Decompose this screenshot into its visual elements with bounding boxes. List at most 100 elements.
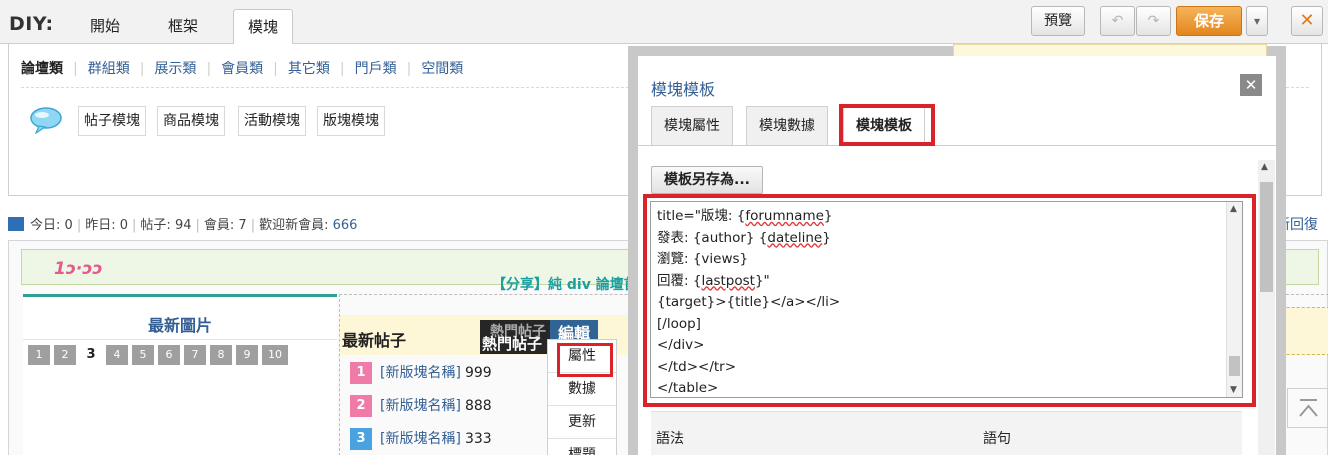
today-label: 今日: bbox=[30, 218, 61, 233]
post-count: 888 bbox=[464, 398, 492, 414]
page-link[interactable]: 9 bbox=[236, 345, 258, 365]
module-activity[interactable]: 活動模塊 bbox=[238, 106, 306, 136]
template-code-textarea[interactable]: title="版塊: {forumname} 發表: {author} {date… bbox=[650, 201, 1243, 398]
module-forum[interactable]: 版塊模塊 bbox=[317, 106, 385, 136]
menu-item-title[interactable]: 標題 bbox=[548, 439, 616, 455]
redo-icon[interactable]: ↷ bbox=[1136, 6, 1171, 36]
tab-module[interactable]: 模塊 bbox=[233, 9, 294, 45]
page-link[interactable]: 10 bbox=[262, 345, 288, 365]
forum-name-link[interactable]: [新版塊名稱] bbox=[380, 431, 461, 447]
chat-bubble-icon bbox=[30, 107, 62, 134]
forum-name-link[interactable]: [新版塊名稱] bbox=[380, 398, 461, 414]
scroll-down-icon[interactable]: ▼ bbox=[1230, 385, 1237, 395]
save-template-as-button[interactable]: 模板另存為... bbox=[651, 166, 763, 194]
page-link[interactable]: 8 bbox=[210, 345, 232, 365]
edit-menu: 屬性 數據 更新 標題 bbox=[547, 339, 617, 455]
category-group[interactable]: 群組類 bbox=[88, 61, 130, 77]
module-template-dialog: 模塊模板 ✕ 模塊屬性 模塊數據 模塊模板 ▲ 模板另存為... title="… bbox=[638, 56, 1276, 455]
hot-posts-label: 熱門帖子 bbox=[482, 335, 543, 353]
forum-name-link[interactable]: [新版塊名稱] bbox=[380, 365, 461, 381]
highlight-frame bbox=[839, 104, 935, 146]
back-to-top-button[interactable] bbox=[1287, 388, 1328, 428]
category-other[interactable]: 其它類 bbox=[288, 61, 330, 77]
category-forum[interactable]: 論壇類 bbox=[21, 61, 63, 77]
posts-label: 帖子: bbox=[140, 218, 171, 233]
page-current: 3 bbox=[80, 345, 102, 365]
module-post[interactable]: 帖子模塊 bbox=[78, 106, 146, 136]
forum-stats: 今日: 0 | 昨日: 0 | 帖子: 94 | 會員: 7 | 歡迎新會員: 666 bbox=[8, 214, 357, 233]
code-line: {target}>{title}</a></li> bbox=[657, 294, 841, 310]
post-count: 999 bbox=[464, 365, 492, 381]
page-link[interactable]: 5 bbox=[132, 345, 154, 365]
page-link[interactable]: 2 bbox=[54, 345, 76, 365]
diy-toolbar: DIY: 開始 框架 模塊 預覽 ↶ ↷ 保存 ▾ ✕ bbox=[0, 0, 1328, 45]
latest-images-block: 最新圖片 1 2 3 4 5 6 7 8 9 10 bbox=[23, 294, 337, 455]
statement-column: 語句 bbox=[983, 431, 1011, 447]
dialog-title: 模塊模板 bbox=[651, 80, 716, 99]
welcome-label: 歡迎新會員: bbox=[259, 218, 329, 233]
tab-start[interactable]: 開始 bbox=[76, 9, 134, 45]
yesterday-label: 昨日: bbox=[85, 218, 116, 233]
hot-posts-block-label[interactable]: 熱門帖子 熱門帖子 bbox=[480, 320, 552, 354]
syntax-table-header: 語法 語句 bbox=[651, 411, 1242, 455]
code-line: 發表: {author} {dateline} bbox=[657, 229, 831, 246]
chevron-down-icon[interactable]: ▾ bbox=[1246, 6, 1268, 36]
list-item: 2 [新版塊名稱] 888 bbox=[350, 395, 492, 417]
tab-frame[interactable]: 框架 bbox=[154, 9, 212, 45]
rank-badge: 3 bbox=[350, 428, 372, 450]
tab-module-data[interactable]: 模塊數據 bbox=[746, 106, 828, 146]
scroll-thumb[interactable] bbox=[1229, 356, 1240, 376]
code-line: title="版塊: {forumname} bbox=[657, 208, 833, 224]
bar-chart-icon bbox=[8, 217, 24, 231]
save-button[interactable]: 保存 bbox=[1176, 6, 1242, 36]
scroll-thumb[interactable] bbox=[1260, 182, 1273, 292]
divider bbox=[23, 339, 337, 340]
new-member-link[interactable]: 666 bbox=[333, 218, 358, 233]
code-scrollbar[interactable]: ▲ ▼ bbox=[1226, 202, 1242, 397]
menu-item-update[interactable]: 更新 bbox=[548, 406, 616, 439]
today-count: 0 bbox=[64, 218, 73, 233]
scroll-up-icon[interactable]: ▲ bbox=[1230, 204, 1237, 214]
list-item: 1 [新版塊名稱] 999 bbox=[350, 362, 492, 384]
diy-label: DIY: bbox=[9, 13, 54, 35]
posts-count: 94 bbox=[174, 218, 192, 233]
category-nav: 論壇類 | 群組類 | 展示類 | 會員類 | 其它類 | 門戶類 | 空間類 bbox=[21, 61, 464, 77]
tab-module-properties[interactable]: 模塊屬性 bbox=[651, 106, 733, 146]
latest-posts-title: 最新帖子 bbox=[342, 331, 407, 350]
scroll-up-icon[interactable]: ▲ bbox=[1261, 162, 1268, 172]
menu-item-properties[interactable]: 屬性 bbox=[548, 340, 616, 377]
yesterday-count: 0 bbox=[119, 218, 129, 233]
arrow-up-icon bbox=[1299, 399, 1318, 417]
close-icon[interactable]: ✕ bbox=[1240, 74, 1262, 96]
code-line: [/loop] bbox=[657, 315, 701, 332]
members-label: 會員: bbox=[203, 218, 235, 233]
syntax-column: 語法 bbox=[656, 431, 684, 447]
site-logo: 1ɔ·ɔɔ bbox=[54, 259, 103, 279]
code-line: </div> bbox=[657, 337, 705, 353]
module-goods[interactable]: 商品模塊 bbox=[157, 106, 225, 136]
page-link[interactable]: 4 bbox=[106, 345, 128, 365]
members-count: 7 bbox=[238, 218, 247, 233]
page-link[interactable]: 1 bbox=[28, 345, 50, 365]
rank-badge: 1 bbox=[350, 362, 372, 384]
code-line: </td></tr> bbox=[657, 358, 737, 375]
latest-images-title: 最新圖片 bbox=[147, 316, 212, 335]
preview-button[interactable]: 預覽 bbox=[1031, 6, 1085, 36]
menu-item-data[interactable]: 數據 bbox=[548, 373, 616, 406]
dialog-scrollbar[interactable]: ▲ bbox=[1258, 160, 1275, 455]
category-portal[interactable]: 門戶類 bbox=[355, 61, 397, 77]
close-icon[interactable]: ✕ bbox=[1291, 6, 1323, 36]
category-member[interactable]: 會員類 bbox=[221, 61, 263, 77]
list-item: 3 [新版塊名稱] 333 bbox=[350, 428, 492, 450]
rank-badge: 2 bbox=[350, 395, 372, 417]
code-line: </table> bbox=[657, 380, 719, 396]
page-link[interactable]: 7 bbox=[184, 345, 206, 365]
banner-text: 【分享】純 div 論壇首 bbox=[492, 277, 638, 293]
template-code: title="版塊: {forumname} 發表: {author} {date… bbox=[657, 206, 841, 397]
category-display[interactable]: 展示類 bbox=[154, 61, 196, 77]
page-link[interactable]: 6 bbox=[158, 345, 180, 365]
code-line: 瀏覽: {views} bbox=[657, 251, 749, 267]
undo-icon[interactable]: ↶ bbox=[1100, 6, 1135, 36]
divider bbox=[638, 145, 1276, 146]
category-space[interactable]: 空間類 bbox=[421, 61, 463, 77]
